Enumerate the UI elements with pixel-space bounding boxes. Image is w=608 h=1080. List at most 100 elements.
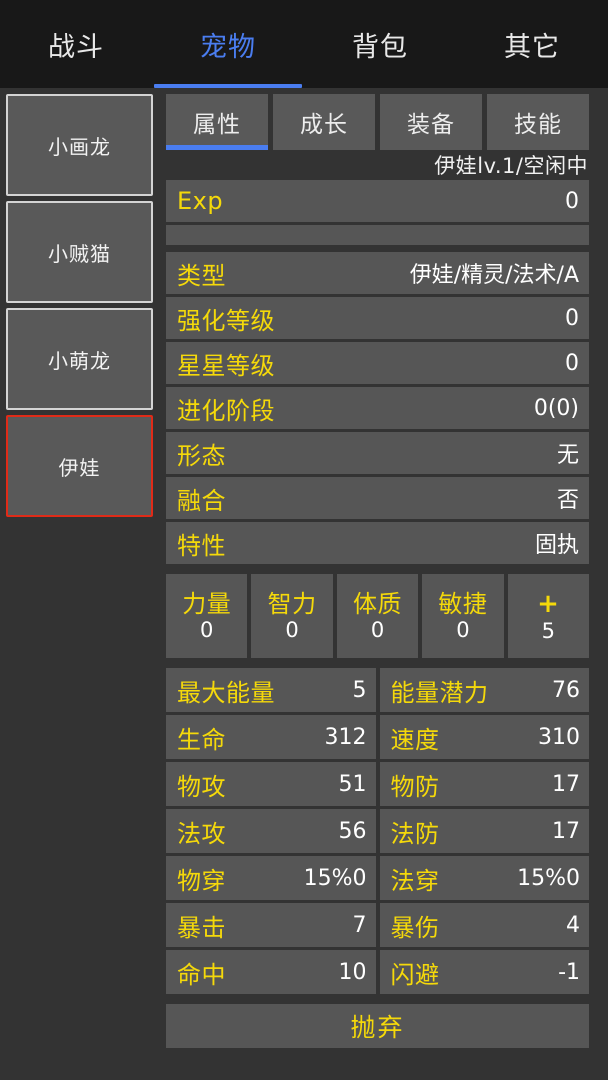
stat-cell[interactable]: 生命 312 — [166, 715, 376, 759]
discard-button[interactable]: 抛弃 — [166, 1004, 589, 1048]
pet-card-2[interactable]: 小萌龙 — [6, 308, 153, 410]
pet-info-rows: 类型 伊娃/精灵/法术/A 强化等级 0 星星等级 0 进化阶段 0(0) 形态 无融合 否特性 固执 — [166, 252, 589, 564]
stat-label: 物防 — [390, 772, 440, 801]
stat-value: 76 — [552, 677, 580, 703]
attribute-name: 力量 — [182, 589, 232, 618]
info-row-label: 融合 — [177, 486, 226, 515]
stat-value: 310 — [538, 724, 580, 750]
attribute-cell-2[interactable]: 体质 0 — [336, 574, 419, 658]
pet-card-label: 小画龙 — [48, 134, 111, 159]
stat-label: 命中 — [177, 960, 226, 989]
pet-card-1[interactable]: 小贼猫 — [6, 201, 153, 303]
pet-stats-grid: 最大能量 5 能量潜力 76 生命 312 速度 310 物攻 51 物防 17 法攻 56 法防 17 物穿 1… — [166, 668, 589, 994]
top-tab-3[interactable]: 其它 — [456, 0, 608, 88]
sub-tab-3[interactable]: 技能 — [487, 94, 589, 150]
info-row[interactable]: 形态 无 — [166, 432, 589, 474]
attribute-points-add[interactable]: +5 — [507, 574, 590, 658]
pet-list-sidebar: 小画龙小贼猫小萌龙伊娃 — [0, 88, 158, 1080]
stat-value: 4 — [566, 912, 580, 938]
pet-card-3[interactable]: 伊娃 — [6, 415, 153, 517]
attribute-value: 0 — [200, 617, 214, 642]
info-row[interactable]: 进化阶段 0(0) — [166, 387, 589, 429]
attribute-value: 0 — [370, 617, 385, 642]
stat-cell[interactable]: 暴伤 4 — [379, 903, 589, 947]
info-row-label: 类型 — [177, 261, 226, 290]
content-area: 小画龙小贼猫小萌龙伊娃 属性 成长 装备 技能 伊娃lv.1/空闲中 Exp 0 类型… — [0, 88, 608, 1080]
pet-card-label: 小贼猫 — [48, 241, 111, 266]
stat-value: 312 — [324, 724, 367, 750]
stat-label: 法穿 — [390, 866, 440, 895]
info-row[interactable]: 强化等级 0 — [166, 297, 589, 339]
stat-label: 法防 — [390, 819, 440, 848]
stat-label: 能量潜力 — [390, 678, 489, 707]
pet-detail-tabs: 属性 成长 装备 技能 — [166, 94, 589, 150]
stat-value: 7 — [352, 912, 367, 938]
stat-label: 闪避 — [390, 960, 440, 989]
top-navigation-bar: 战斗 宠物 背包 其它 — [0, 0, 608, 88]
info-row-value: 0(0) — [533, 395, 579, 421]
attribute-allocation-strip: 力量 0 智力 0 体质 0 敏捷 0 +5 — [166, 574, 590, 658]
stat-cell[interactable]: 法穿 15%0 — [379, 856, 589, 900]
stat-value: -1 — [558, 959, 580, 985]
stat-value: 51 — [338, 771, 367, 797]
info-row-value: 否 — [556, 488, 579, 513]
info-row[interactable]: 类型 伊娃/精灵/法术/A — [166, 252, 589, 294]
stat-value: 15%0 — [517, 865, 580, 891]
stat-cell[interactable]: 闪避 -1 — [379, 950, 589, 994]
exp-label: Exp — [177, 187, 224, 215]
top-tab-1[interactable]: 宠物 — [152, 0, 304, 88]
info-row-value: 固执 — [534, 533, 579, 558]
stat-label: 生命 — [177, 725, 226, 754]
pet-status-line: 伊娃lv.1/空闲中 — [434, 154, 588, 178]
pet-card-0[interactable]: 小画龙 — [6, 94, 153, 196]
game-screen: 战斗 宠物 背包 其它 小画龙小贼猫小萌龙伊娃 属性 成长 装备 技能 伊娃lv.1/空闲中… — [0, 0, 608, 1080]
top-tab-2[interactable]: 背包 — [304, 0, 456, 88]
stat-value: 10 — [338, 959, 367, 985]
pet-card-label: 伊娃 — [58, 455, 101, 480]
info-row-label: 进化阶段 — [177, 396, 275, 425]
info-row[interactable]: 星星等级 0 — [166, 342, 589, 384]
stat-value: 15%0 — [303, 865, 367, 891]
info-row-label: 强化等级 — [177, 306, 275, 335]
info-row-label: 星星等级 — [177, 351, 275, 380]
exp-progress-bar — [166, 225, 589, 245]
attribute-value: 0 — [456, 617, 470, 642]
stat-cell[interactable]: 物防 17 — [379, 762, 589, 806]
stat-value: 5 — [352, 677, 367, 703]
top-tab-0[interactable]: 战斗 — [0, 0, 152, 88]
stat-label: 暴伤 — [390, 913, 440, 942]
info-row-label: 形态 — [177, 441, 226, 470]
stat-value: 17 — [552, 771, 580, 797]
attribute-name: 敏捷 — [438, 589, 488, 618]
attribute-cell-1[interactable]: 智力 0 — [251, 574, 333, 658]
stat-label: 法攻 — [177, 819, 226, 848]
attribute-value: 5 — [541, 618, 556, 643]
stat-cell[interactable]: 物穿 15%0 — [166, 856, 376, 900]
stat-label: 物攻 — [177, 772, 226, 801]
plus-icon: + — [537, 588, 560, 619]
sub-tab-2[interactable]: 装备 — [380, 94, 482, 150]
stat-label: 速度 — [390, 725, 440, 754]
sub-tab-0[interactable]: 属性 — [166, 94, 268, 150]
stat-label: 最大能量 — [177, 678, 275, 707]
stat-cell[interactable]: 速度 310 — [379, 715, 589, 759]
info-row[interactable]: 融合 否 — [166, 477, 589, 519]
pet-detail-panel: 属性 成长 装备 技能 伊娃lv.1/空闲中 Exp 0 类型 伊娃/精灵/法术/A 强化… — [158, 88, 608, 1080]
stat-cell[interactable]: 法攻 56 — [166, 809, 376, 853]
pet-card-label: 小萌龙 — [48, 348, 111, 373]
exp-value: 0 — [565, 188, 579, 214]
sub-tab-1[interactable]: 成长 — [273, 94, 375, 150]
stat-cell[interactable]: 物攻 51 — [166, 762, 376, 806]
exp-row[interactable]: Exp 0 — [166, 180, 589, 222]
stat-label: 物穿 — [177, 866, 226, 895]
stat-cell[interactable]: 能量潜力 76 — [379, 668, 589, 712]
info-row[interactable]: 特性 固执 — [166, 522, 589, 564]
stat-cell[interactable]: 最大能量 5 — [166, 668, 376, 712]
stat-cell[interactable]: 法防 17 — [379, 809, 589, 853]
attribute-cell-0[interactable]: 力量 0 — [166, 574, 248, 658]
stat-cell[interactable]: 暴击 7 — [166, 903, 376, 947]
stat-cell[interactable]: 命中 10 — [166, 950, 376, 994]
attribute-cell-3[interactable]: 敏捷 0 — [422, 574, 504, 658]
